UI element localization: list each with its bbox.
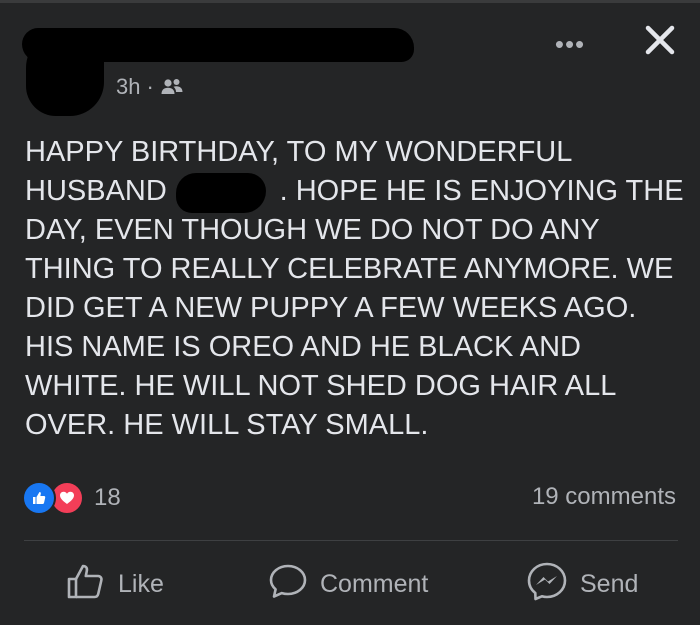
- comment-bubble-icon: [268, 563, 308, 606]
- reaction-count: 18: [94, 484, 121, 511]
- friends-icon: [160, 77, 184, 97]
- meta-separator: ·: [146, 74, 154, 99]
- redacted-author-name: [22, 28, 414, 62]
- like-button[interactable]: Like: [66, 562, 164, 606]
- send-label: Send: [580, 569, 639, 598]
- comment-button[interactable]: Comment: [268, 562, 428, 606]
- like-reaction-icon: [22, 481, 56, 515]
- post-meta: 3h ·: [116, 73, 184, 101]
- thumbs-up-icon: [66, 563, 106, 606]
- like-label: Like: [118, 569, 164, 598]
- top-divider: [0, 0, 700, 3]
- comments-count-link[interactable]: 19 comments: [532, 483, 676, 511]
- send-button[interactable]: Send: [526, 562, 638, 606]
- close-icon: [645, 25, 675, 60]
- post-timestamp[interactable]: 3h: [116, 74, 140, 100]
- redacted-husband-name: [176, 173, 266, 213]
- messenger-icon: [526, 561, 568, 608]
- post-body-text: HAPPY BIRTHDAY, TO MY WONDERFUL HUSBAND …: [25, 136, 684, 441]
- more-options-button[interactable]: •••: [546, 29, 594, 59]
- close-button[interactable]: [640, 22, 680, 62]
- reactions-summary[interactable]: 18: [22, 481, 121, 515]
- comment-label: Comment: [320, 569, 429, 598]
- actions-divider: [24, 540, 678, 541]
